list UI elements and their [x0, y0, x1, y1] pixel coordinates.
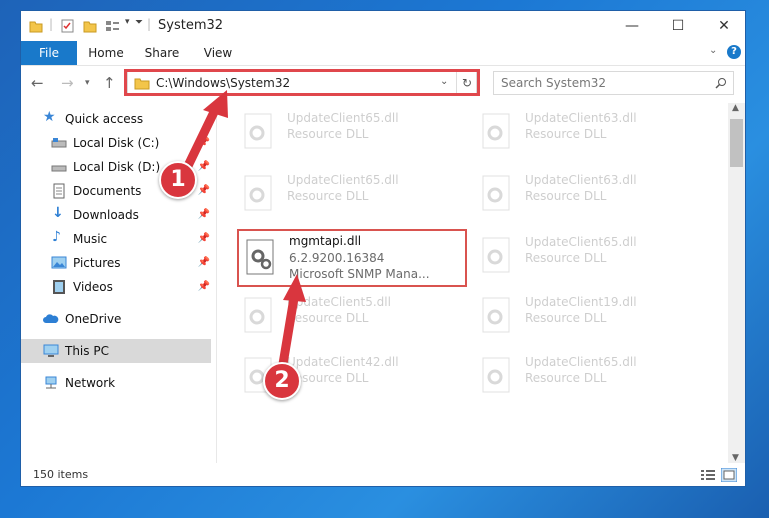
arrow-head-file — [283, 274, 306, 302]
arrow-to-file — [277, 293, 299, 375]
arrow-to-address-bar — [181, 105, 220, 175]
arrow-head-address-bar — [203, 90, 228, 118]
step-badge-1: 1 — [159, 161, 197, 199]
step-badge-2: 2 — [263, 362, 301, 400]
annotation-arrows — [181, 90, 306, 375]
